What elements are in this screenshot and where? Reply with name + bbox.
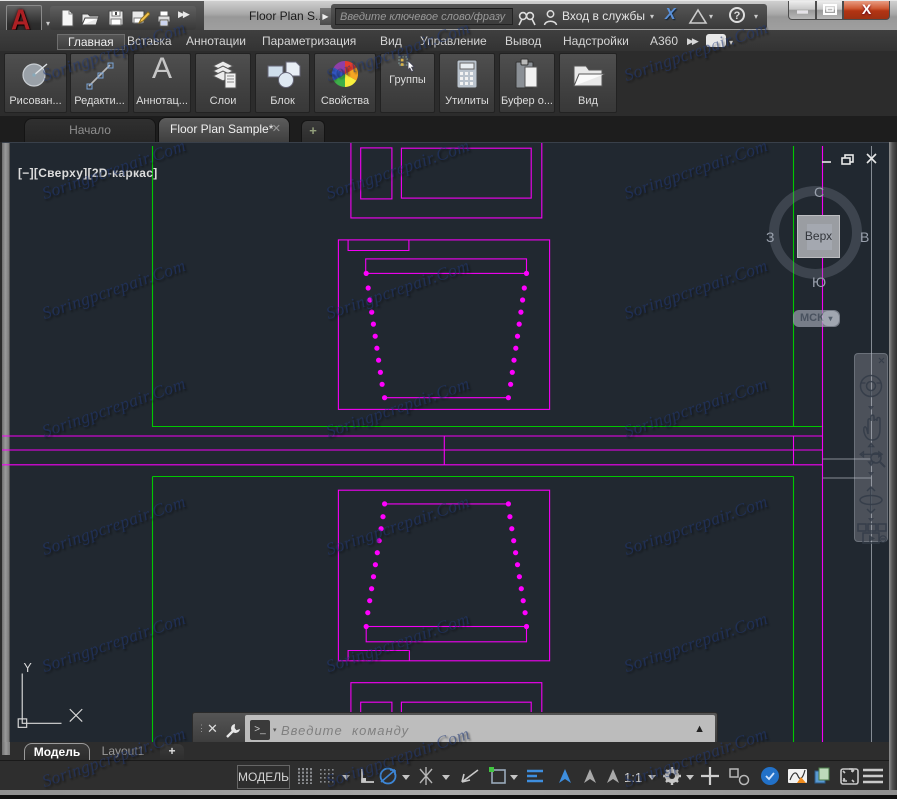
svg-text:1:1: 1:1 <box>624 770 642 785</box>
svg-text:Y: Y <box>24 661 33 675</box>
